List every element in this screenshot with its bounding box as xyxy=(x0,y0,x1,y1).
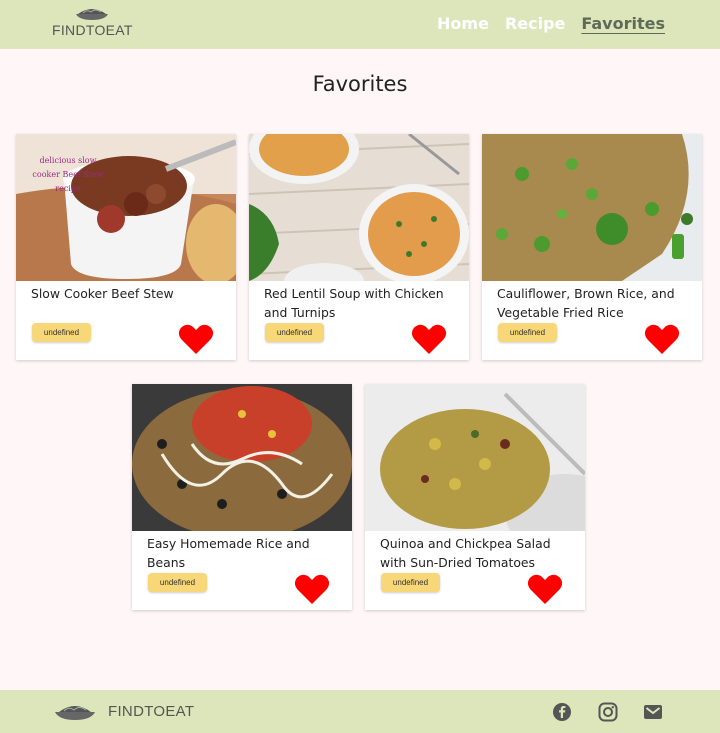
footer: FINDTOEAT xyxy=(0,690,720,733)
recipe-title[interactable]: Quinoa and Chickpea Salad with Sun-Dried… xyxy=(380,534,570,572)
bowl-logo-icon[interactable] xyxy=(54,702,96,721)
recipe-card[interactable]: Cauliflower, Brown Rice, and Vegetable F… xyxy=(482,134,702,360)
recipe-image[interactable] xyxy=(249,134,469,281)
favorite-heart-icon[interactable] xyxy=(527,572,563,606)
diet-badge: undefined xyxy=(148,573,207,592)
brand-name: FINDTOEAT xyxy=(52,22,133,38)
recipe-image[interactable] xyxy=(482,134,702,281)
diet-badge: undefined xyxy=(32,323,91,342)
recipe-card[interactable]: Red Lentil Soup with Chicken and Turnips… xyxy=(249,134,469,360)
recipe-card[interactable]: Easy Homemade Rice and Beans undefined xyxy=(132,384,352,610)
recipe-title[interactable]: Red Lentil Soup with Chicken and Turnips xyxy=(264,284,454,322)
recipe-title[interactable]: Easy Homemade Rice and Beans xyxy=(147,534,337,572)
recipe-card[interactable]: delicious slow cooker Beef Stew recipe S… xyxy=(16,134,236,360)
recipe-image[interactable] xyxy=(132,384,352,531)
instagram-icon[interactable] xyxy=(598,702,618,722)
recipe-title[interactable]: Cauliflower, Brown Rice, and Vegetable F… xyxy=(497,284,687,322)
mail-icon[interactable] xyxy=(643,702,663,722)
recipe-card[interactable]: Quinoa and Chickpea Salad with Sun-Dried… xyxy=(365,384,585,610)
diet-badge: undefined xyxy=(265,323,324,342)
recipe-title[interactable]: Slow Cooker Beef Stew xyxy=(31,284,221,303)
favorite-heart-icon[interactable] xyxy=(411,322,447,356)
favorite-heart-icon[interactable] xyxy=(178,322,214,356)
bowl-logo-icon xyxy=(76,9,108,20)
nav-home[interactable]: Home xyxy=(437,13,489,35)
header: FINDTOEAT Home Recipe Favorites xyxy=(0,0,720,49)
main-nav: Home Recipe Favorites xyxy=(437,13,665,35)
nav-recipe[interactable]: Recipe xyxy=(505,13,565,35)
nav-favorites[interactable]: Favorites xyxy=(581,13,665,35)
favorite-heart-icon[interactable] xyxy=(294,572,330,606)
recipe-image[interactable] xyxy=(365,384,585,531)
facebook-icon[interactable] xyxy=(552,702,572,722)
brand-logo[interactable]: FINDTOEAT xyxy=(52,6,132,42)
favorite-heart-icon[interactable] xyxy=(644,322,680,356)
footer-brand-name: FINDTOEAT xyxy=(108,703,195,720)
image-text: delicious slow cooker Beef Stew recipe xyxy=(32,156,104,193)
page-title: Favorites xyxy=(312,72,408,96)
diet-badge: undefined xyxy=(381,573,440,592)
diet-badge: undefined xyxy=(498,323,557,342)
